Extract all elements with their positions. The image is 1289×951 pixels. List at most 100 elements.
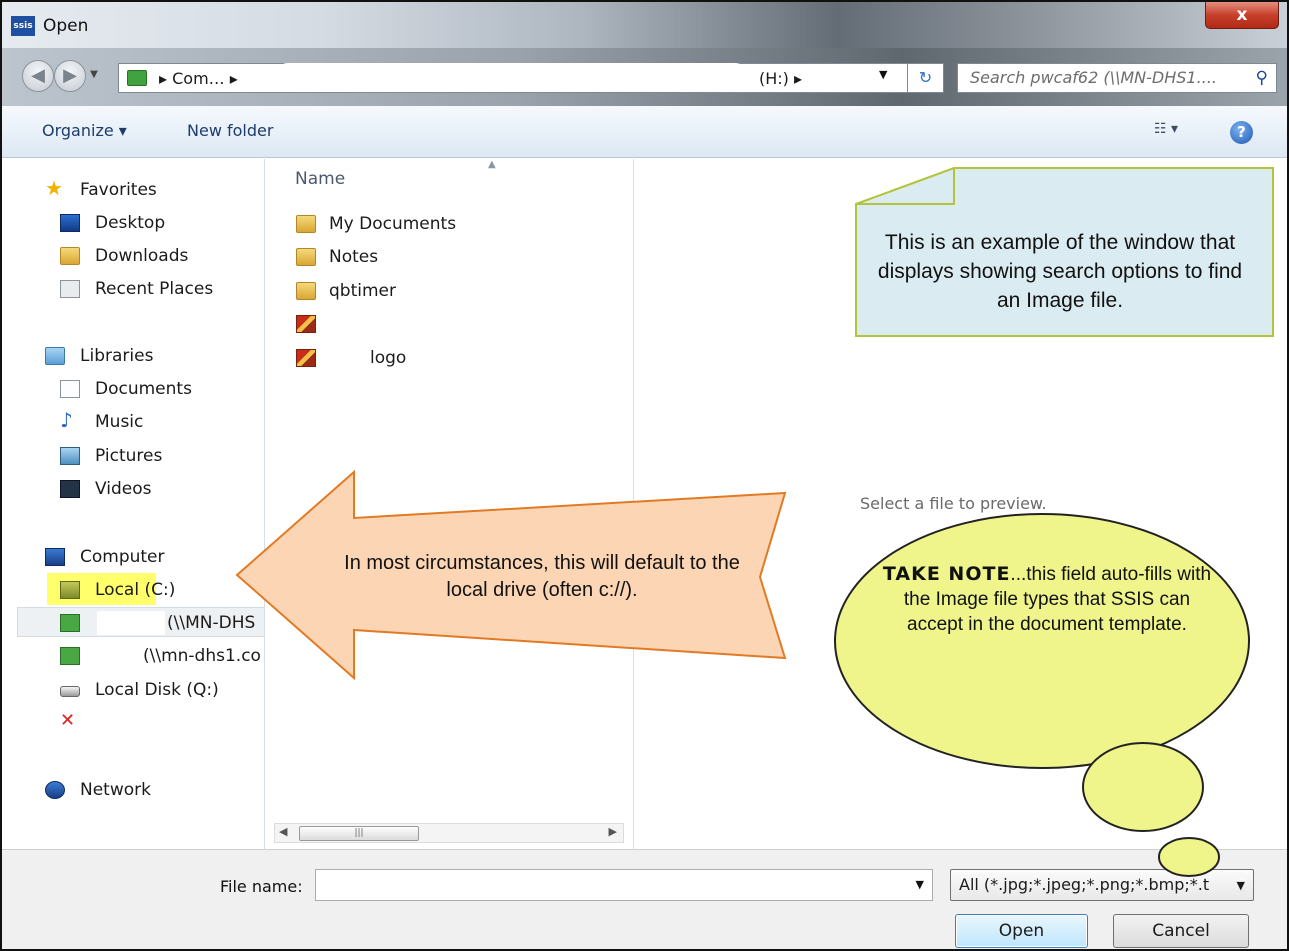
nav-label: Documents bbox=[95, 379, 192, 399]
nav-documents[interactable]: Documents bbox=[2, 375, 264, 405]
help-icon[interactable]: ? bbox=[1230, 121, 1253, 144]
search-placeholder: Search pwcaf62 (\\MN-DHS1.... bbox=[970, 68, 1217, 87]
open-button[interactable]: Open bbox=[955, 914, 1088, 948]
file-name-dropdown-icon[interactable]: ▼ bbox=[916, 878, 924, 891]
music-note-icon: ♪ bbox=[60, 408, 73, 432]
nav-label: Recent Places bbox=[95, 279, 214, 299]
file-type-value: All (*.jpg;*.jpeg;*.png;*.bmp;*.t bbox=[959, 875, 1210, 894]
sort-ascending-icon: ▲ bbox=[488, 159, 496, 170]
local-drive-icon bbox=[60, 581, 80, 599]
window-title: Open bbox=[43, 16, 89, 36]
change-view-icon[interactable]: ☷ ▾ bbox=[1154, 121, 1178, 137]
network-icon bbox=[45, 781, 65, 799]
scroll-thumb[interactable]: ||| bbox=[299, 826, 419, 841]
disk-drive-icon bbox=[60, 686, 80, 697]
film-strip-icon bbox=[60, 480, 80, 498]
file-item[interactable]: logo bbox=[296, 344, 626, 374]
file-name: My Documents bbox=[329, 214, 457, 234]
nav-label: Pictures bbox=[95, 446, 163, 466]
nav-videos[interactable]: Videos bbox=[2, 475, 264, 505]
image-file-icon bbox=[296, 315, 316, 333]
nav-label: Local Disk (Q:) bbox=[95, 680, 219, 700]
take-note-heading: TAKE NOTE bbox=[882, 563, 1011, 585]
documents-icon bbox=[60, 380, 80, 398]
arrow-callout-text: In most circumstances, this will default… bbox=[344, 552, 740, 601]
network-drive-icon bbox=[127, 70, 147, 86]
search-icon[interactable]: ⚲ bbox=[1256, 68, 1268, 88]
ssis-app-icon: ssis bbox=[11, 16, 35, 36]
file-item[interactable] bbox=[296, 310, 626, 340]
nav-downloads[interactable]: Downloads bbox=[2, 242, 264, 272]
search-input[interactable]: Search pwcaf62 (\\MN-DHS1.... ⚲ bbox=[957, 63, 1277, 93]
nav-music[interactable]: ♪ Music bbox=[2, 408, 264, 438]
file-name-input[interactable]: ▼ bbox=[315, 869, 933, 901]
desktop-icon bbox=[60, 214, 80, 232]
preview-placeholder: Select a file to preview. bbox=[860, 494, 1047, 513]
documents-folder-icon bbox=[296, 215, 316, 233]
file-type-dropdown-icon[interactable]: ▼ bbox=[1236, 879, 1245, 892]
cancel-button[interactable]: Cancel bbox=[1113, 914, 1249, 948]
file-type-select[interactable]: All (*.jpg;*.jpeg;*.png;*.bmp;*.t ▼ bbox=[950, 869, 1254, 901]
column-header-name[interactable]: Name bbox=[295, 169, 345, 189]
nav-computer[interactable]: Computer bbox=[2, 543, 264, 573]
file-name: Notes bbox=[329, 247, 379, 267]
forward-arrow-icon[interactable]: ▶ bbox=[54, 60, 86, 92]
scroll-left-icon[interactable]: ◀ bbox=[279, 825, 287, 838]
nav-network[interactable]: Network bbox=[2, 776, 264, 806]
nav-label: Downloads bbox=[95, 246, 189, 266]
nav-desktop[interactable]: Desktop bbox=[2, 209, 264, 239]
navigation-pane: ★ Favorites Desktop Downloads Recent Pla… bbox=[2, 159, 265, 849]
nav-label: Music bbox=[95, 412, 144, 432]
folder-icon bbox=[296, 248, 316, 266]
refresh-icon[interactable]: ↻ bbox=[908, 63, 944, 93]
open-dialog: ssis Open x ◀ ▶ ▼ ▸ Com… ▸ (H:) ▸ ▼ ↻ Se… bbox=[0, 0, 1289, 951]
nav-favorites[interactable]: ★ Favorites bbox=[2, 176, 264, 206]
nav-label: Libraries bbox=[80, 346, 154, 366]
nav-recent-places[interactable]: Recent Places bbox=[2, 275, 264, 305]
redaction-patch bbox=[97, 712, 257, 736]
address-dropdown-icon[interactable]: ▼ bbox=[879, 68, 887, 81]
file-name: logo bbox=[370, 348, 407, 368]
file-item[interactable]: Notes bbox=[296, 243, 626, 273]
recent-locations-chevron-icon[interactable]: ▼ bbox=[87, 66, 101, 84]
libraries-icon bbox=[45, 347, 65, 365]
note-callout-text: This is an example of the window that di… bbox=[877, 231, 1243, 312]
pictures-icon bbox=[60, 447, 80, 465]
back-arrow-icon[interactable]: ◀ bbox=[22, 60, 54, 92]
network-drive-icon bbox=[60, 614, 80, 632]
scroll-right-icon[interactable]: ▶ bbox=[609, 825, 617, 838]
organize-button[interactable]: Organize ▾ bbox=[42, 121, 127, 140]
network-drive-icon bbox=[60, 647, 80, 665]
nav-mapped-drive-2[interactable]: (\\mn-dhs1.co bbox=[2, 642, 264, 672]
bottom-bar: File name: ▼ All (*.jpg;*.jpeg;*.png;*.b… bbox=[2, 849, 1287, 949]
nav-label: (\\mn-dhs1.co bbox=[143, 646, 261, 666]
nav-libraries[interactable]: Libraries bbox=[2, 342, 264, 372]
nav-label: Network bbox=[80, 780, 151, 800]
redaction-patch bbox=[97, 611, 165, 635]
nav-label: Local (C:) bbox=[95, 580, 176, 600]
nav-label: Desktop bbox=[95, 213, 166, 233]
breadcrumb-computer[interactable]: ▸ Com… ▸ bbox=[159, 69, 238, 88]
file-item[interactable]: My Documents bbox=[296, 210, 626, 240]
nav-local-disk-q[interactable]: Local Disk (Q:) bbox=[2, 676, 264, 706]
nav-pictures[interactable]: Pictures bbox=[2, 442, 264, 472]
nav-local-c[interactable]: Local (C:) bbox=[2, 576, 264, 606]
file-name: qbtimer bbox=[329, 281, 396, 301]
star-icon: ★ bbox=[45, 176, 63, 200]
file-name-label: File name: bbox=[220, 877, 303, 896]
folder-icon bbox=[296, 282, 316, 300]
horizontal-scrollbar[interactable]: ◀ ||| ▶ bbox=[274, 823, 624, 843]
nav-label: (\\MN-DHS bbox=[167, 613, 256, 633]
nav-label: Computer bbox=[80, 547, 165, 567]
command-bar: Organize ▾ New folder ☷ ▾ ? bbox=[2, 106, 1287, 158]
file-list: ▲ Name My Documents Notes qbtimer logo ◀… bbox=[266, 159, 634, 849]
title-bar: ssis Open x bbox=[2, 2, 1287, 48]
breadcrumb-drive[interactable]: (H:) ▸ bbox=[759, 69, 802, 88]
file-item[interactable]: qbtimer bbox=[296, 277, 626, 307]
close-button[interactable]: x bbox=[1205, 2, 1279, 29]
bubble-callout-text: TAKE NOTE...this field auto-fills with t… bbox=[882, 562, 1212, 637]
computer-icon bbox=[45, 548, 65, 566]
disconnected-drive-icon: ✕ bbox=[60, 710, 76, 731]
recent-places-icon bbox=[60, 280, 80, 298]
new-folder-button[interactable]: New folder bbox=[187, 121, 273, 140]
